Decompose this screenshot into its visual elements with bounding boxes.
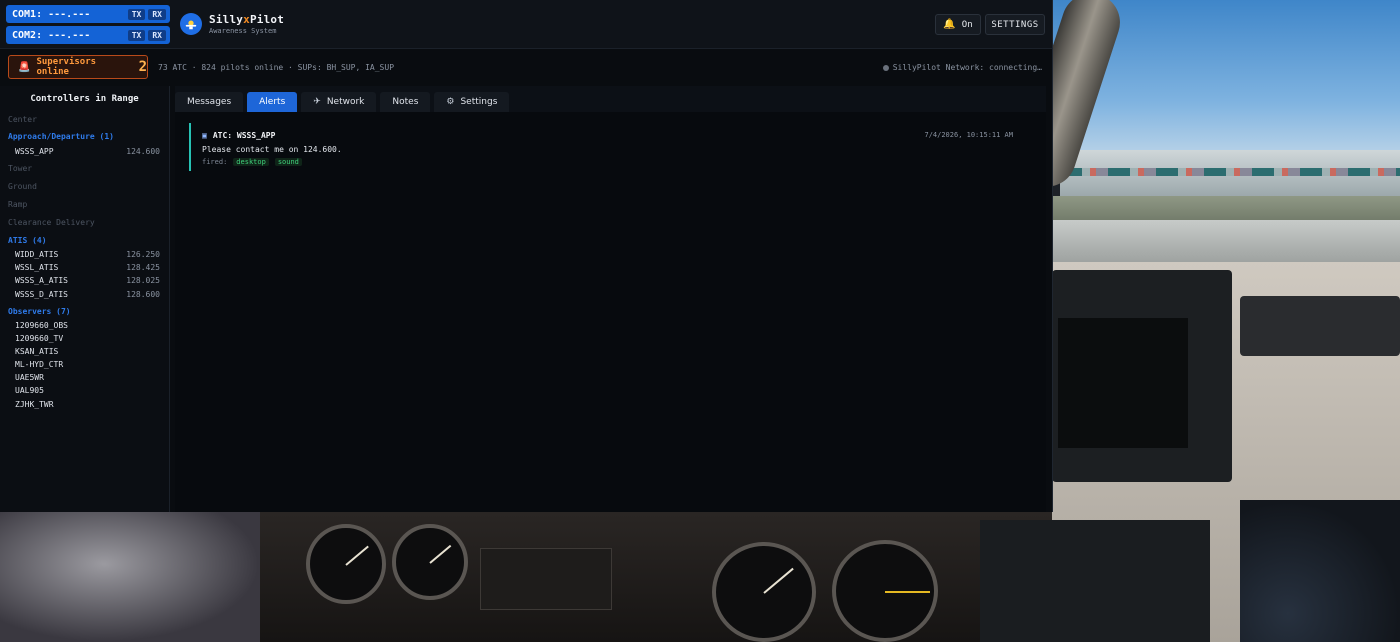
group-ground[interactable]: Ground xyxy=(8,182,37,191)
alert-title: ▣ ATC: WSSS_APP xyxy=(202,131,276,140)
oil-gauge xyxy=(306,524,386,604)
notifications-toggle[interactable]: 🔔 On xyxy=(935,14,981,35)
sillypilot-window: COM1: ---.--- TX RX COM2: ---.--- TX RX … xyxy=(0,0,1053,512)
bell-icon: 🔔 xyxy=(943,19,956,30)
network-stats: 73 ATC · 824 pilots online · SUPs: BH_SU… xyxy=(158,63,395,72)
observer-row[interactable]: UAE5WR xyxy=(15,373,160,382)
controller-row[interactable]: WSSS_A_ATIS 128.025 xyxy=(15,276,160,285)
heading-indicator xyxy=(832,540,938,642)
radio-icon: ▣ xyxy=(202,131,207,140)
controller-row[interactable]: WSSL_ATIS 128.425 xyxy=(15,263,160,272)
fired-chip-desktop: desktop xyxy=(233,158,269,166)
com1-label: COM1: ---.--- xyxy=(12,8,91,20)
brand-subtitle: Awareness System xyxy=(209,27,277,35)
alert-item[interactable]: ▣ ATC: WSSS_APP 7/4/2026, 10:15:11 AM Ple… xyxy=(189,123,1027,171)
app-logo-icon xyxy=(180,13,202,35)
brand: SillyxPilot Awareness System xyxy=(209,13,284,35)
com1-tx[interactable]: TX xyxy=(127,8,146,20)
gps-screen xyxy=(1058,318,1188,448)
alert-fired: fired: desktop sound xyxy=(202,158,302,166)
group-atis[interactable]: ATIS (4) xyxy=(8,236,47,245)
observer-row[interactable]: ML-HYD_CTR xyxy=(15,360,160,369)
observer-row[interactable]: 1209660_OBS xyxy=(15,321,160,330)
cockpit-side xyxy=(0,512,260,642)
supervisors-badge[interactable]: 🚨 Supervisors online 2 xyxy=(8,55,148,79)
main-area: Messages Alerts ✈ Network Notes ⚙ Settings… xyxy=(175,86,1046,512)
yoke xyxy=(1240,500,1400,642)
tachometer xyxy=(712,542,816,642)
notifications-toggle-label: On xyxy=(961,19,973,30)
group-approach[interactable]: Approach/Departure (1) xyxy=(8,132,114,141)
tab-network[interactable]: ✈ Network xyxy=(301,92,377,112)
tab-messages[interactable]: Messages xyxy=(175,92,244,112)
tab-alerts[interactable]: Alerts xyxy=(247,92,298,112)
gear-icon: ⚙ xyxy=(446,97,455,107)
observer-row[interactable]: KSAN_ATIS xyxy=(15,347,160,356)
controller-row[interactable]: WSSS_APP 124.600 xyxy=(15,147,160,156)
com1-rx[interactable]: RX xyxy=(148,8,166,20)
tab-bar: Messages Alerts ✈ Network Notes ⚙ Settings xyxy=(175,92,510,112)
com2-rx[interactable]: RX xyxy=(148,29,166,41)
airplane-icon: ✈ xyxy=(313,97,321,107)
observer-row[interactable]: UAL905 xyxy=(15,386,160,395)
vac-amp-gauge xyxy=(392,524,468,600)
brand-name: SillyxPilot xyxy=(209,13,285,26)
sidebar-title: Controllers in Range xyxy=(30,94,139,104)
alerts-panel: ▣ ATC: WSSS_APP 7/4/2026, 10:15:11 AM Ple… xyxy=(175,112,1046,512)
network-status: SillyPilot Network: connecting… xyxy=(882,63,1042,72)
observer-row[interactable]: ZJHK_TWR xyxy=(15,400,160,409)
controllers-sidebar: Controllers in Range Center Approach/Dep… xyxy=(0,86,170,512)
group-clearance[interactable]: Clearance Delivery xyxy=(8,218,95,227)
supervisors-count: 2 xyxy=(138,59,147,75)
controller-row[interactable]: WSSS_D_ATIS 128.600 xyxy=(15,290,160,299)
settings-button[interactable]: SETTINGS xyxy=(985,14,1045,35)
com1-bar[interactable]: COM1: ---.--- TX RX xyxy=(6,5,170,23)
top-bar: COM1: ---.--- TX RX COM2: ---.--- TX RX … xyxy=(0,0,1052,49)
audio-panel xyxy=(1240,296,1400,356)
terminal-stripe xyxy=(1060,168,1400,176)
warning-placard xyxy=(480,548,612,610)
observer-row[interactable]: 1209660_TV xyxy=(15,334,160,343)
group-tower[interactable]: Tower xyxy=(8,164,32,173)
alert-timestamp: 7/4/2026, 10:15:11 AM xyxy=(924,131,1013,139)
supervisors-label: Supervisors online xyxy=(36,57,97,77)
fired-chip-sound: sound xyxy=(274,158,302,166)
com2-tx[interactable]: TX xyxy=(127,29,146,41)
group-observers[interactable]: Observers (7) xyxy=(8,307,71,316)
tab-settings[interactable]: ⚙ Settings xyxy=(434,92,510,112)
gps-unit-lower xyxy=(980,520,1210,642)
alert-message: Please contact me on 124.600. xyxy=(202,145,342,154)
com2-bar[interactable]: COM2: ---.--- TX RX xyxy=(6,26,170,44)
tab-notes[interactable]: Notes xyxy=(380,92,431,112)
com2-label: COM2: ---.--- xyxy=(12,29,91,41)
siren-icon: 🚨 xyxy=(18,61,31,73)
status-dot-icon xyxy=(882,64,889,71)
group-center[interactable]: Center xyxy=(8,115,37,124)
controller-row[interactable]: WIDD_ATIS 126.250 xyxy=(15,250,160,259)
group-ramp[interactable]: Ramp xyxy=(8,200,27,209)
